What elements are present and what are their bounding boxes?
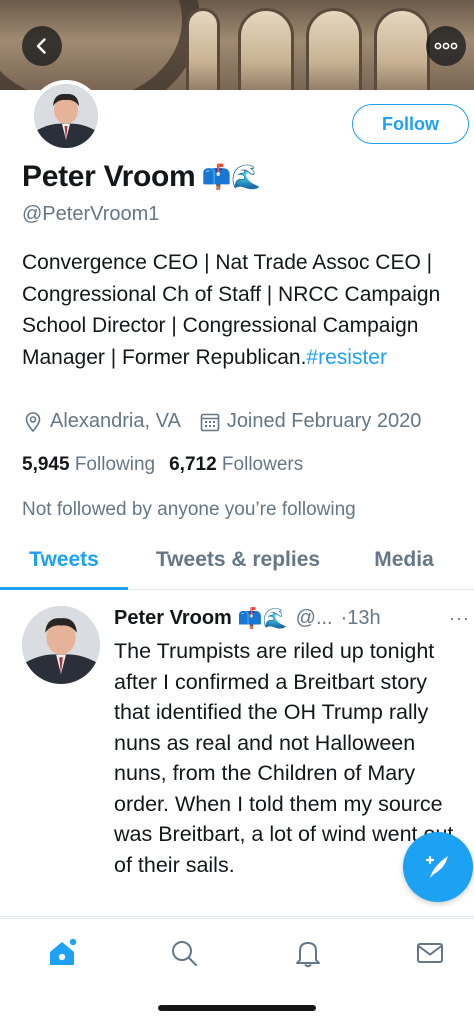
- profile-name-emoji: 📫🌊: [201, 163, 261, 191]
- follow-counts: 5,945 Following 6,712 Followers: [22, 454, 303, 476]
- profile-handle: @PeterVroom1: [22, 203, 160, 225]
- followers-link[interactable]: 6,712 Followers: [169, 454, 303, 476]
- more-icon: [434, 42, 458, 50]
- tab-media[interactable]: Media: [348, 538, 460, 589]
- profile-tabs: Tweets Tweets & replies Media: [0, 538, 474, 590]
- tweet-author-name[interactable]: Peter Vroom: [114, 607, 232, 630]
- profile-banner: [0, 0, 474, 90]
- not-followed-notice: Not followed by anyone you’re following: [22, 499, 356, 520]
- compose-tweet-icon: [425, 855, 448, 878]
- tab-tweets[interactable]: Tweets: [0, 538, 128, 590]
- bio-hashtag-link[interactable]: #resister: [306, 346, 387, 369]
- banner-window: [238, 8, 294, 90]
- profile-location: Alexandria, VA: [22, 410, 181, 433]
- tweet-more-button[interactable]: ···: [449, 608, 470, 629]
- following-link[interactable]: 5,945 Following: [22, 454, 155, 476]
- more-options-button[interactable]: [426, 26, 466, 66]
- home-icon: [50, 938, 77, 965]
- following-label: Following: [74, 454, 156, 475]
- joined-text: Joined February 2020: [226, 410, 422, 432]
- banner-window: [186, 8, 220, 90]
- tweet-author-handle: @...: [295, 607, 333, 629]
- mail-icon: [417, 943, 443, 963]
- profile-joined: Joined February 2020: [199, 410, 422, 433]
- home-indicator: [158, 1005, 316, 1011]
- nav-search[interactable]: [164, 933, 204, 973]
- avatar-photo: [22, 606, 100, 684]
- followers-label: Followers: [221, 454, 304, 475]
- tweet-header: Peter Vroom 📫🌊 @... ·13h ···: [114, 606, 470, 631]
- tweet-author-emoji: 📫🌊: [237, 608, 288, 630]
- calendar-icon: [200, 413, 220, 431]
- nav-home[interactable]: [42, 933, 82, 973]
- tweet-text: The Trumpists are riled up tonight after…: [114, 639, 454, 877]
- banner-window: [306, 8, 362, 90]
- avatar-photo: [34, 84, 98, 148]
- profile-name-text: Peter Vroom: [22, 160, 196, 193]
- tab-tweets-and-replies[interactable]: Tweets & replies: [128, 538, 348, 589]
- nav-notifications[interactable]: [288, 933, 328, 973]
- back-button[interactable]: [22, 26, 62, 66]
- profile-avatar[interactable]: [30, 80, 102, 152]
- tweet-timestamp: ·13h: [340, 607, 381, 629]
- profile-name: Peter Vroom 📫🌊: [22, 160, 261, 194]
- location-pin-icon: [25, 411, 41, 432]
- location-text: Alexandria, VA: [50, 410, 181, 432]
- search-icon: [172, 941, 197, 966]
- banner-window: [374, 8, 430, 90]
- nav-messages[interactable]: [410, 933, 450, 973]
- chevron-left-icon: [36, 38, 46, 54]
- following-count: 5,945: [22, 454, 70, 475]
- profile-meta: Alexandria, VA Joined February 2020: [22, 410, 439, 433]
- tweet-avatar[interactable]: [22, 606, 100, 684]
- compose-tweet-button[interactable]: [403, 832, 473, 902]
- follow-button[interactable]: Follow: [352, 104, 469, 144]
- followers-count: 6,712: [169, 454, 217, 475]
- bell-icon: [296, 942, 320, 968]
- profile-bio: Convergence CEO | Nat Trade Assoc CEO | …: [22, 247, 462, 373]
